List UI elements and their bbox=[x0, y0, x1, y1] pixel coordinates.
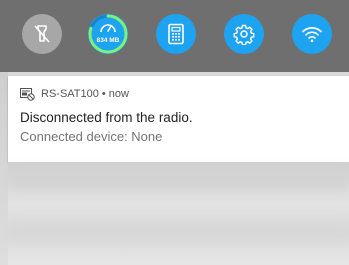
notification-header: RS-SAT100 • now bbox=[20, 86, 129, 102]
notification-card[interactable]: RS-SAT100 • now Disconnected from the ra… bbox=[8, 76, 349, 162]
calculator-icon bbox=[168, 23, 184, 45]
background-strip bbox=[0, 72, 8, 265]
gear-icon bbox=[233, 24, 255, 45]
quick-settings-bar: 834 MB bbox=[0, 0, 349, 72]
blur-band bbox=[8, 222, 349, 240]
blurred-background bbox=[8, 162, 349, 265]
header-separator: • bbox=[101, 88, 106, 100]
blur-band bbox=[8, 170, 349, 188]
memory-boost-button[interactable]: 834 MB bbox=[88, 14, 128, 54]
speedometer-icon bbox=[100, 24, 116, 33]
flashlight-toggle[interactable] bbox=[22, 14, 62, 54]
settings-button[interactable] bbox=[224, 14, 264, 54]
memory-label: 834 MB bbox=[96, 37, 120, 44]
wifi-icon bbox=[302, 27, 322, 43]
notification-text: Connected device: None bbox=[20, 129, 163, 144]
notification-time: now bbox=[108, 88, 129, 100]
notification-title: Disconnected from the radio. bbox=[20, 110, 193, 125]
notification-app-name: RS-SAT100 bbox=[41, 88, 99, 100]
calculator-button[interactable] bbox=[156, 14, 196, 54]
radio-app-icon bbox=[20, 87, 35, 101]
flashlight-off-icon bbox=[34, 25, 50, 43]
wifi-toggle[interactable] bbox=[292, 14, 332, 54]
notification-shade: 834 MB RS-SAT100 • now Disconnected from… bbox=[0, 0, 349, 265]
